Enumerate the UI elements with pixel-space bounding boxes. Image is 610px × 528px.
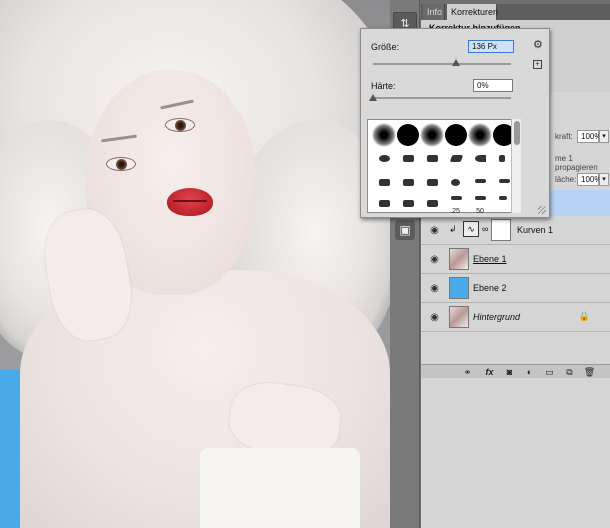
layer-row-kurven[interactable]: ◉ ↲ ∿ ∞ Kurven 1 xyxy=(421,216,610,245)
brush-tip[interactable] xyxy=(396,147,420,171)
brush-grid-scrollbar[interactable] xyxy=(511,119,521,213)
brush-preset-picker: Größe: 136 Px ⚙ + Härte: 0% 25 50 xyxy=(360,28,550,218)
size-slider-knob[interactable] xyxy=(452,59,460,66)
lock-icon: 🔒 xyxy=(578,311,590,321)
size-slider[interactable] xyxy=(373,63,511,65)
fill-field[interactable]: 100% xyxy=(577,173,601,186)
visibility-eye-icon[interactable]: ◉ xyxy=(429,225,440,236)
hardness-slider[interactable] xyxy=(373,97,511,99)
visibility-eye-icon[interactable]: ◉ xyxy=(429,312,440,323)
layer-thumbnail xyxy=(449,277,469,299)
hardness-input[interactable]: 0% xyxy=(473,79,513,92)
white-top xyxy=(200,448,360,528)
brush-hard-round[interactable] xyxy=(444,123,468,147)
fx-icon[interactable]: fx xyxy=(483,366,496,378)
resize-grip-icon[interactable] xyxy=(538,206,546,214)
visibility-eye-icon[interactable]: ◉ xyxy=(429,254,440,265)
left-eye xyxy=(106,157,136,171)
trash-icon[interactable]: 🗑 xyxy=(583,366,596,378)
layer-name: Hintergrund xyxy=(473,312,521,322)
opacity-dropdown-icon[interactable]: ▾ xyxy=(599,130,609,143)
brush-tip[interactable] xyxy=(468,147,492,171)
gear-icon[interactable]: ⚙ xyxy=(533,38,543,51)
photoshop-workspace: ⇅ ▶ ✎ ▣ Info Korrekturen Korrektur hinzu… xyxy=(0,0,610,528)
layer-row-ebene1[interactable]: ◉ Ebene 1 xyxy=(421,245,610,274)
visibility-eye-icon[interactable]: ◉ xyxy=(429,283,440,294)
new-preset-icon[interactable]: + xyxy=(533,60,542,69)
layer-row-ebene2[interactable]: ◉ Ebene 2 xyxy=(421,274,610,303)
brush-soft-round[interactable] xyxy=(420,123,444,147)
size-input[interactable]: 136 Px xyxy=(468,40,514,53)
fill-dropdown-icon[interactable]: ▾ xyxy=(599,173,609,186)
brush-soft-round[interactable] xyxy=(468,123,492,147)
brush-tip[interactable] xyxy=(396,192,420,216)
link-icon[interactable]: ⚭ xyxy=(461,366,474,378)
cube-3d-icon[interactable]: ▣ xyxy=(395,220,415,240)
brush-tip[interactable] xyxy=(372,147,396,171)
propagate-label: me 1 propagieren xyxy=(555,154,598,172)
hardness-label: Härte: xyxy=(371,81,396,91)
brush-soft-round[interactable] xyxy=(372,123,396,147)
clip-arrow-icon: ↲ xyxy=(449,224,457,234)
right-eye xyxy=(165,118,195,132)
layer-mask-thumbnail xyxy=(491,219,511,241)
adjustment-icon[interactable]: ◐ xyxy=(523,366,536,378)
fill-label: läche: xyxy=(555,175,577,184)
layer-name: Kurven 1 xyxy=(517,225,554,235)
brush-hard-round[interactable] xyxy=(396,123,420,147)
curves-icon: ∿ xyxy=(463,221,479,237)
layers-footer: ⚭ fx ◙ ◐ ▭ ⧉ 🗑 xyxy=(421,364,610,378)
brush-size-label: 25 xyxy=(452,208,460,215)
brush-tip[interactable] xyxy=(444,147,468,171)
layer-thumbnail xyxy=(449,306,469,328)
layer-name: Ebene 2 xyxy=(473,283,507,293)
brush-size-label: 50 xyxy=(476,208,484,215)
chain-link-icon: ∞ xyxy=(482,224,489,234)
tab-korrekturen[interactable]: Korrekturen xyxy=(447,4,498,20)
document-canvas[interactable] xyxy=(0,0,390,528)
scroll-thumb[interactable] xyxy=(514,121,520,145)
brush-tip-50[interactable]: 50 xyxy=(468,188,492,215)
opacity-label: kraft: xyxy=(555,132,573,141)
red-lips xyxy=(167,188,213,216)
layer-thumbnail xyxy=(449,248,469,270)
brush-tip[interactable] xyxy=(420,192,444,216)
tab-info[interactable]: Info xyxy=(423,4,445,20)
brush-tip[interactable] xyxy=(420,147,444,171)
opacity-field[interactable]: 100% xyxy=(577,130,601,143)
hardness-slider-knob[interactable] xyxy=(369,94,377,101)
folder-icon[interactable]: ▭ xyxy=(543,366,556,378)
brush-tip-25[interactable]: 25 xyxy=(444,188,468,215)
layer-name: Ebene 1 xyxy=(473,254,507,264)
brush-tip[interactable] xyxy=(372,192,396,216)
layer-row-hintergrund[interactable]: ◉ Hintergrund 🔒 xyxy=(421,303,610,332)
new-layer-icon[interactable]: ⧉ xyxy=(563,366,576,378)
mask-icon[interactable]: ◙ xyxy=(503,366,516,378)
size-label: Größe: xyxy=(371,42,400,52)
brush-grid[interactable]: 25 50 xyxy=(367,119,515,216)
